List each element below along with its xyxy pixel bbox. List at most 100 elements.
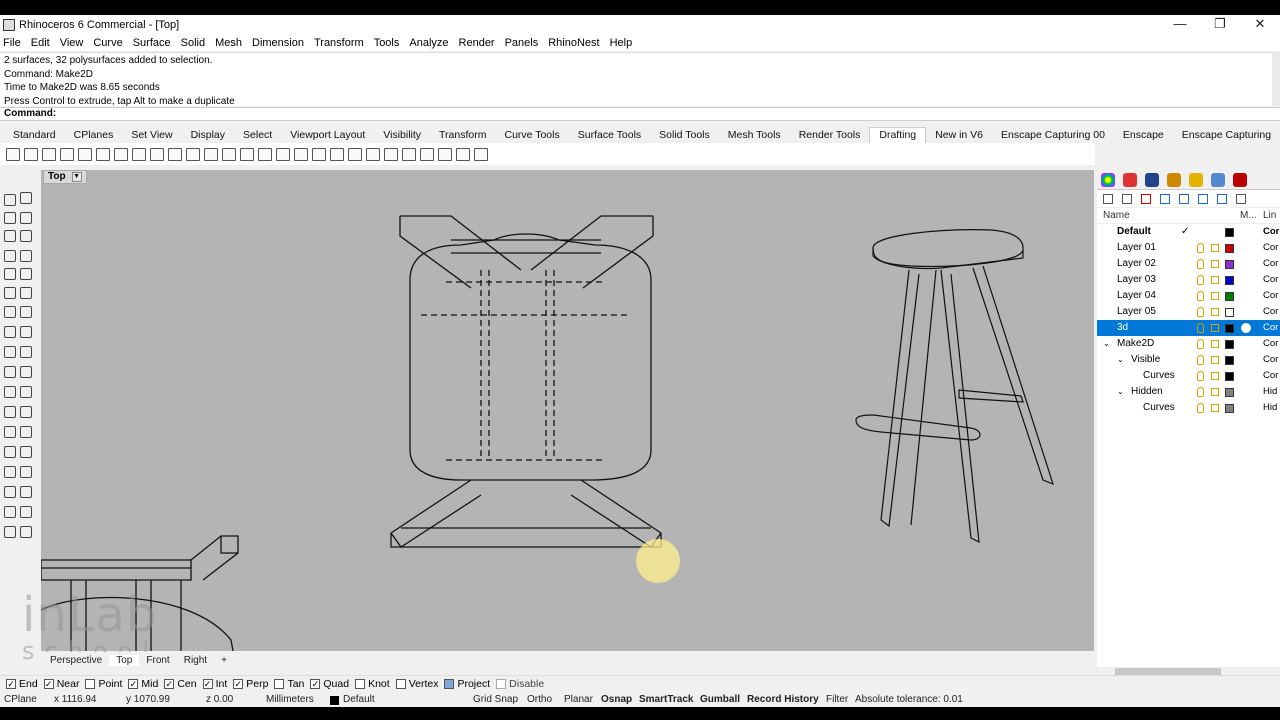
silhouette-icon[interactable] bbox=[312, 147, 326, 161]
tab-mesh-tools[interactable]: Mesh Tools bbox=[719, 128, 790, 143]
layer-color-swatch[interactable] bbox=[1225, 340, 1234, 349]
expand-chevron-icon[interactable]: ⌄ bbox=[1117, 352, 1124, 368]
folder-tab-icon[interactable] bbox=[1189, 172, 1203, 187]
array-icon[interactable] bbox=[20, 486, 32, 498]
cylinder-icon[interactable] bbox=[20, 366, 32, 378]
menu-panels[interactable]: Panels bbox=[505, 37, 539, 49]
layer-tools-icon[interactable] bbox=[1236, 193, 1246, 204]
osnap-end[interactable]: ✓ End bbox=[6, 678, 38, 690]
layer-linetype[interactable]: Hid bbox=[1263, 400, 1277, 416]
tab-curve-tools[interactable]: Curve Tools bbox=[495, 128, 568, 143]
layer-color-swatch[interactable] bbox=[1225, 324, 1234, 333]
tab-standard[interactable]: Standard bbox=[4, 128, 65, 143]
visibility-bulb-icon[interactable] bbox=[1197, 387, 1204, 397]
layer-row[interactable]: 3d Cor bbox=[1097, 320, 1280, 336]
move-out-icon[interactable] bbox=[1198, 193, 1208, 204]
lock-icon[interactable] bbox=[1211, 324, 1219, 332]
units-label[interactable]: Millimeters bbox=[266, 694, 314, 705]
new-sublayer-icon[interactable] bbox=[1122, 193, 1132, 204]
tab-transform[interactable]: Transform bbox=[430, 128, 495, 143]
osnap-toggle[interactable]: Osnap bbox=[601, 694, 632, 705]
checkbox-icon[interactable] bbox=[355, 679, 366, 689]
tab-visibility[interactable]: Visibility bbox=[374, 128, 430, 143]
layer-row[interactable]: ⌄ Visible Cor bbox=[1097, 352, 1280, 368]
material-column-header[interactable]: M... bbox=[1240, 210, 1257, 221]
checkbox-icon[interactable]: ✓ bbox=[233, 679, 244, 689]
delete-layer-icon[interactable] bbox=[1141, 193, 1151, 204]
layer-color-swatch[interactable] bbox=[1225, 356, 1234, 365]
osnap-vertex[interactable]: Vertex bbox=[395, 678, 438, 690]
viewport-menu-arrow-icon[interactable]: ▼ bbox=[71, 172, 82, 182]
text-tool-icon[interactable] bbox=[4, 526, 16, 538]
layer-linetype[interactable]: Cor bbox=[1263, 256, 1278, 272]
layer-color-swatch[interactable] bbox=[1225, 308, 1234, 317]
curve-icon[interactable] bbox=[4, 230, 16, 242]
menu-surface[interactable]: Surface bbox=[133, 37, 171, 49]
scale-icon[interactable] bbox=[20, 466, 32, 478]
layer-row[interactable]: Curves Cor bbox=[1097, 368, 1280, 384]
layer-linetype[interactable]: Cor bbox=[1263, 320, 1278, 336]
menu-view[interactable]: View bbox=[60, 37, 84, 49]
layer-color-swatch[interactable] bbox=[1225, 276, 1234, 285]
lock-icon[interactable] bbox=[1211, 356, 1219, 364]
checkbox-icon[interactable]: ✓ bbox=[43, 679, 54, 689]
visibility-bulb-icon[interactable] bbox=[1197, 291, 1204, 301]
viewport-title[interactable]: Top ▼ bbox=[43, 170, 87, 184]
tab-front[interactable]: Front bbox=[139, 655, 176, 666]
text-icon[interactable] bbox=[168, 147, 182, 161]
tab-enscape-capturing[interactable]: Enscape Capturing bbox=[1173, 128, 1280, 143]
lock-icon[interactable] bbox=[1211, 260, 1219, 268]
fillet-icon[interactable] bbox=[20, 326, 32, 338]
tab-surface-tools[interactable]: Surface Tools bbox=[569, 128, 650, 143]
hatch-icon[interactable] bbox=[60, 147, 74, 161]
boolean-icon[interactable] bbox=[4, 406, 16, 418]
osnap-int[interactable]: ✓ Int bbox=[202, 678, 227, 690]
checkbox-icon[interactable]: ✓ bbox=[202, 679, 213, 689]
layer-linetype[interactable]: Cor bbox=[1263, 272, 1278, 288]
checkbox-icon[interactable]: ✓ bbox=[128, 679, 139, 689]
gumball-toggle[interactable]: Gumball bbox=[700, 694, 740, 705]
checkbox-icon[interactable]: ✓ bbox=[310, 679, 321, 689]
tab-enscape[interactable]: Enscape bbox=[1114, 128, 1173, 143]
properties-tab-icon[interactable] bbox=[1101, 172, 1115, 187]
osnap-project[interactable]: Project bbox=[444, 678, 490, 690]
osnap-near[interactable]: ✓ Near bbox=[43, 678, 79, 690]
layer-linetype[interactable]: Cor bbox=[1263, 240, 1278, 256]
checkbox-icon[interactable]: ✓ bbox=[164, 679, 175, 689]
arc-3pt-icon[interactable] bbox=[20, 268, 32, 280]
polyline-icon[interactable] bbox=[4, 212, 16, 224]
menu-rhinonest[interactable]: RhinoNest bbox=[548, 37, 599, 49]
visibility-bulb-icon[interactable] bbox=[1197, 403, 1204, 413]
osnap-cen[interactable]: ✓ Cen bbox=[164, 678, 197, 690]
layer-row[interactable]: Curves Hid bbox=[1097, 400, 1280, 416]
ortho-toggle[interactable]: Ortho bbox=[527, 694, 552, 705]
menu-analyze[interactable]: Analyze bbox=[409, 37, 448, 49]
visibility-bulb-icon[interactable] bbox=[1197, 275, 1204, 285]
layer-linetype[interactable]: Cor bbox=[1263, 288, 1278, 304]
rectangle-icon[interactable] bbox=[4, 250, 16, 262]
lock-icon[interactable] bbox=[1211, 372, 1219, 380]
checkbox-icon[interactable] bbox=[444, 679, 455, 689]
tab-right[interactable]: Right bbox=[177, 655, 214, 666]
sphere-icon[interactable] bbox=[366, 147, 380, 161]
history-scrollbar[interactable] bbox=[1272, 52, 1280, 106]
checkbox-icon[interactable]: ✓ bbox=[6, 679, 16, 689]
visibility-bulb-icon[interactable] bbox=[1197, 259, 1204, 269]
layer-color-swatch[interactable] bbox=[1225, 388, 1234, 397]
move-icon[interactable] bbox=[20, 446, 32, 458]
smarttrack-toggle[interactable]: SmartTrack bbox=[639, 694, 693, 705]
lock-icon[interactable] bbox=[1211, 340, 1219, 348]
offset-icon[interactable] bbox=[4, 326, 16, 338]
add-viewport-icon[interactable]: + bbox=[214, 655, 234, 666]
split-icon[interactable] bbox=[4, 426, 16, 438]
menu-curve[interactable]: Curve bbox=[93, 37, 122, 49]
cplane-label[interactable]: CPlane bbox=[4, 694, 37, 705]
dimension-tool-icon[interactable] bbox=[20, 526, 32, 538]
line-icon[interactable] bbox=[20, 212, 32, 224]
expand-chevron-icon[interactable]: ⌄ bbox=[1103, 336, 1110, 352]
lock-icon[interactable] bbox=[1211, 308, 1219, 316]
angle-dimension-icon[interactable] bbox=[132, 147, 146, 161]
tab-solid-tools[interactable]: Solid Tools bbox=[650, 128, 719, 143]
menu-render[interactable]: Render bbox=[459, 37, 495, 49]
sphere-tool-icon[interactable] bbox=[4, 346, 16, 358]
